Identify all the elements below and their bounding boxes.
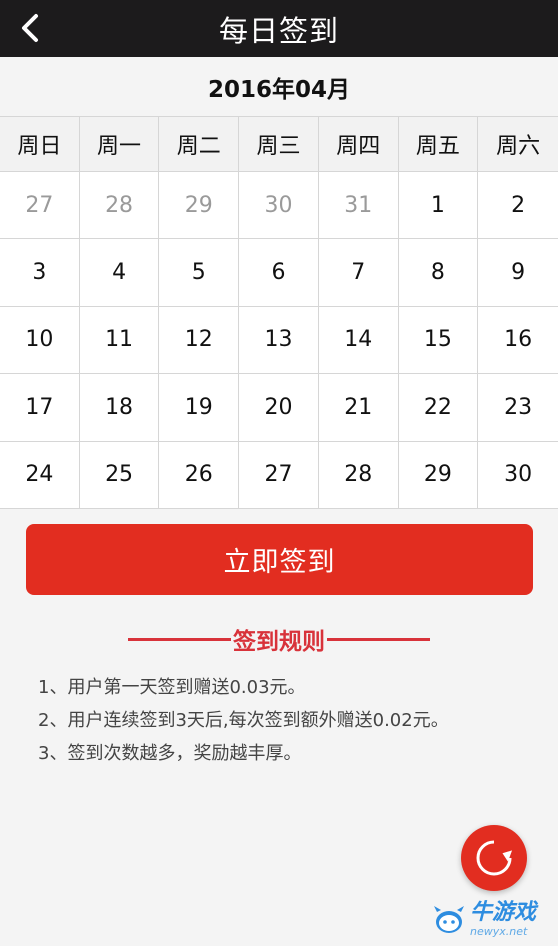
rules-heading-line-right	[327, 637, 430, 641]
weekday-header: 周六	[478, 117, 558, 172]
signin-button[interactable]: 立即签到	[26, 524, 533, 595]
calendar-day-outside-month[interactable]: 28	[79, 172, 160, 240]
calendar-day[interactable]: 3	[0, 239, 80, 307]
calendar-day[interactable]: 6	[239, 239, 319, 307]
chevron-left-icon	[22, 14, 38, 42]
calendar-day[interactable]: 26	[159, 441, 240, 509]
title-bar: 每日签到	[0, 0, 558, 57]
weekday-header: 周四	[318, 117, 399, 172]
calendar-day[interactable]: 21	[318, 374, 399, 442]
calendar-day[interactable]: 20	[239, 374, 319, 442]
refresh-button[interactable]	[461, 825, 527, 891]
weekday-header: 周三	[239, 117, 319, 172]
calendar-day[interactable]: 25	[79, 441, 160, 509]
rule-item: 3、签到次数越多，奖励越丰厚。	[38, 743, 302, 764]
rule-item: 1、用户第一天签到赠送0.03元。	[38, 677, 306, 698]
rules-list: 1、用户第一天签到赠送0.03元。 2、用户连续签到3天后,每次签到额外赠送0.0…	[38, 676, 538, 775]
calendar-grid: 周日 周一 周二 周三 周四 周五 周六 27 28 29 30 31 1 2 3 4 5 6 7 8 9 10 11 12 1…	[0, 116, 558, 509]
cow-logo-icon	[434, 906, 464, 933]
calendar-day[interactable]: 14	[318, 306, 399, 375]
calendar-day[interactable]: 13	[239, 306, 319, 375]
watermark-sub: newyx.net	[470, 924, 528, 938]
calendar-day[interactable]: 8	[398, 239, 479, 307]
calendar-day[interactable]: 17	[0, 374, 80, 442]
calendar-day[interactable]: 11	[79, 306, 160, 375]
calendar-day-outside-month[interactable]: 30	[239, 172, 319, 240]
page-title: 每日签到	[218, 13, 339, 48]
calendar-day[interactable]: 29	[398, 441, 479, 509]
weekday-header: 周一	[79, 117, 160, 172]
month-label: 2016年04月	[207, 77, 351, 103]
calendar-day-outside-month[interactable]: 29	[159, 172, 240, 240]
calendar-day[interactable]: 23	[478, 374, 558, 442]
weekday-header: 周日	[0, 117, 80, 172]
calendar-day-outside-month[interactable]: 27	[0, 172, 80, 240]
calendar-day[interactable]: 24	[0, 441, 80, 509]
rules-heading-text: 签到规则	[233, 629, 325, 655]
calendar-day[interactable]: 2	[478, 172, 558, 240]
calendar-day[interactable]: 9	[478, 239, 558, 307]
weekday-header: 周二	[159, 117, 240, 172]
calendar-day[interactable]: 28	[318, 441, 399, 509]
rules-heading-line-left	[128, 637, 231, 641]
refresh-icon	[476, 840, 513, 876]
calendar-day[interactable]: 22	[398, 374, 479, 442]
calendar-day[interactable]: 5	[159, 239, 240, 307]
weekday-header: 周五	[398, 117, 479, 172]
calendar-day[interactable]: 27	[239, 441, 319, 509]
calendar-day[interactable]: 1	[398, 172, 479, 240]
calendar-day[interactable]: 16	[478, 306, 558, 375]
calendar-day[interactable]: 4	[79, 239, 160, 307]
calendar-day[interactable]: 18	[79, 374, 160, 442]
rule-item: 2、用户连续签到3天后,每次签到额外赠送0.02元。	[38, 710, 449, 731]
calendar-day[interactable]: 19	[159, 374, 240, 442]
back-button[interactable]	[12, 10, 48, 46]
watermark-logo: 牛游戏 newyx.net	[432, 896, 552, 942]
rules-heading: 签到规则	[0, 620, 558, 658]
calendar-day[interactable]: 7	[318, 239, 399, 307]
calendar-day[interactable]: 30	[478, 441, 558, 509]
calendar-day[interactable]: 10	[0, 306, 80, 375]
watermark-main: 牛游戏	[470, 899, 537, 925]
calendar-day-outside-month[interactable]: 31	[318, 172, 399, 240]
calendar-day[interactable]: 15	[398, 306, 479, 375]
calendar-day[interactable]: 12	[159, 306, 240, 375]
